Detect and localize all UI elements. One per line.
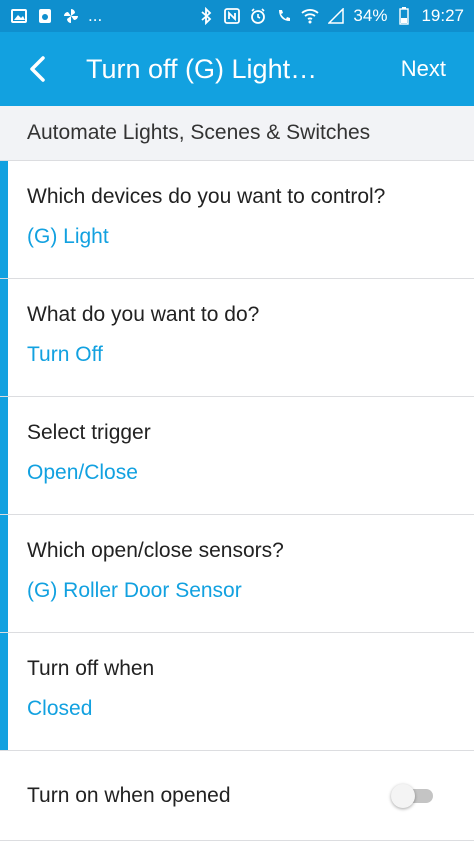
row-label: Which open/close sensors? (27, 539, 284, 562)
row-accent-bar (0, 279, 8, 396)
back-button[interactable] (8, 32, 68, 106)
status-more: ... (88, 6, 103, 25)
wifi-calling-icon (275, 7, 293, 25)
devices-row[interactable]: Which devices do you want to control? (G… (0, 161, 474, 279)
row-value: Turn Off (27, 343, 103, 366)
clock: 19:27 (421, 6, 464, 25)
turn-on-when-opened-row: Turn on when opened (0, 751, 474, 841)
status-bar-right: 34% 19:27 (197, 6, 464, 26)
signal-icon (327, 7, 345, 25)
row-value: (G) Light (27, 225, 109, 248)
section-header: Automate Lights, Scenes & Switches (0, 106, 474, 161)
bluetooth-icon (197, 7, 215, 25)
row-value: Closed (27, 697, 93, 720)
app-bar: Turn off (G) Light… Next (0, 32, 474, 106)
row-label: What do you want to do? (27, 303, 260, 326)
battery-percent: 34% (353, 6, 388, 25)
alarm-icon (249, 7, 267, 25)
battery-icon (395, 7, 413, 25)
row-value: (G) Roller Door Sensor (27, 579, 242, 602)
switch-thumb (391, 784, 415, 808)
next-button[interactable]: Next (391, 56, 474, 82)
sensors-row[interactable]: Which open/close sensors? (G) Roller Doo… (0, 515, 474, 633)
fan-icon (62, 7, 80, 25)
row-accent-bar (0, 515, 8, 632)
action-row[interactable]: What do you want to do? Turn Off (0, 279, 474, 397)
row-label: Which devices do you want to control? (27, 185, 386, 208)
row-accent-bar (0, 161, 8, 278)
wifi-icon (301, 7, 320, 25)
automation-settings-list: Which devices do you want to control? (G… (0, 161, 474, 841)
row-value: Open/Close (27, 461, 138, 484)
trigger-row[interactable]: Select trigger Open/Close (0, 397, 474, 515)
back-arrow-icon (30, 56, 45, 82)
samsung-health-icon (36, 7, 54, 25)
turn-off-when-row[interactable]: Turn off when Closed (0, 633, 474, 751)
row-accent-bar (0, 397, 8, 514)
status-bar: ... 34% 19:27 (0, 0, 474, 32)
nfc-icon (223, 7, 241, 25)
row-label: Turn off when (27, 657, 155, 680)
row-label: Select trigger (27, 421, 151, 444)
page-title: Turn off (G) Light… (86, 53, 318, 84)
turn-on-when-opened-switch[interactable] (391, 784, 433, 808)
image-icon (10, 7, 28, 25)
status-bar-left: ... (10, 6, 102, 26)
toggle-label: Turn on when opened (27, 784, 231, 807)
section-header-label: Automate Lights, Scenes & Switches (27, 121, 371, 144)
row-accent-bar (0, 633, 8, 750)
